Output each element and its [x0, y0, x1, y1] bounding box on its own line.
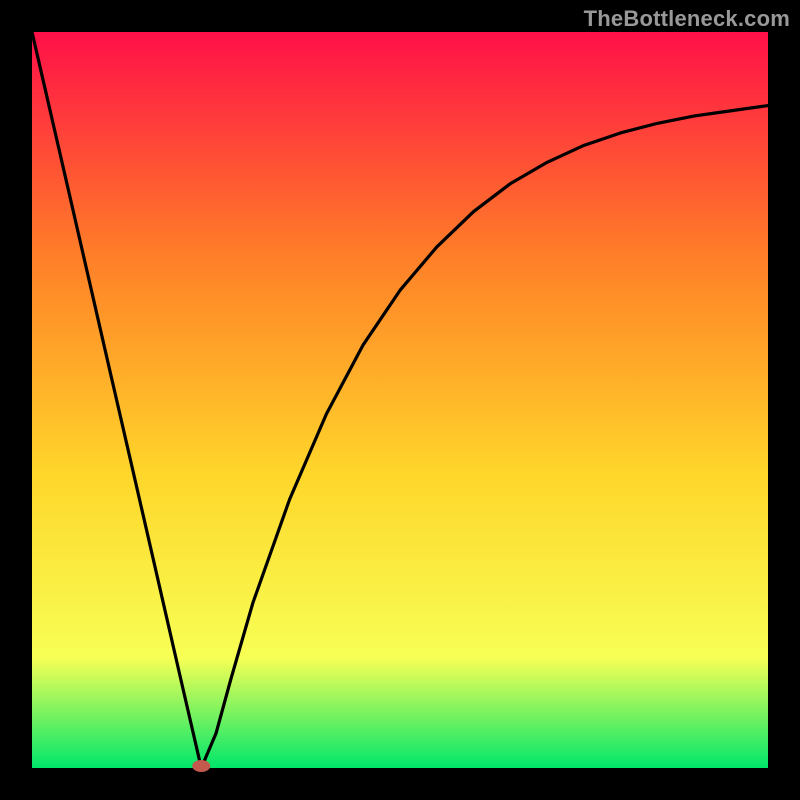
- bottleneck-chart: [0, 0, 800, 800]
- zero-bottleneck-marker: [192, 760, 210, 772]
- chart-container: TheBottleneck.com: [0, 0, 800, 800]
- plot-background: [32, 32, 768, 768]
- attribution-watermark: TheBottleneck.com: [584, 6, 790, 32]
